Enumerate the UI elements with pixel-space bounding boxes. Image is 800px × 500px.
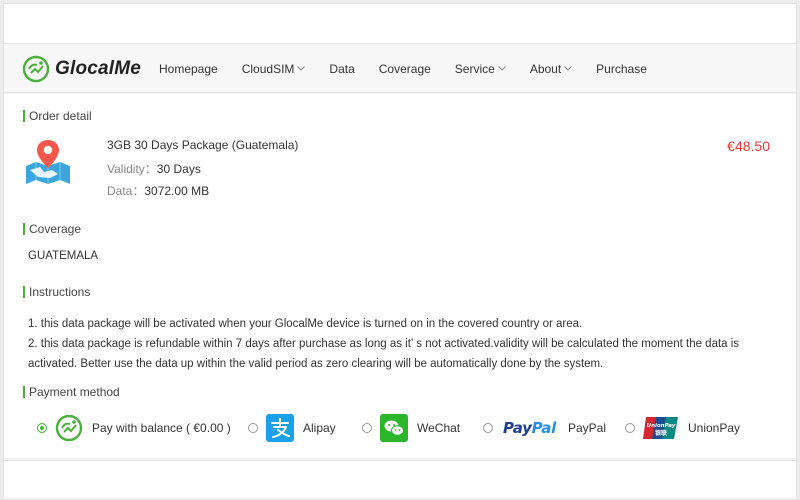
nav-label: Purchase xyxy=(596,61,647,76)
pay-logo-wrap: UnionPay 银联 xyxy=(643,416,679,440)
validity-value: 30 Days xyxy=(156,162,201,176)
coverage-country: GUATEMALA xyxy=(28,250,99,262)
wechat-icon xyxy=(380,414,408,442)
price: €48.50 xyxy=(727,138,770,154)
data-value: 3072.00 MB xyxy=(144,184,210,198)
chevron-down-icon xyxy=(564,66,573,71)
nav-item-cloudsim[interactable]: CloudSIM xyxy=(242,62,306,76)
data-label: Data： xyxy=(107,184,145,198)
map-pin-icon xyxy=(26,140,70,184)
nav-item-homepage[interactable]: Homepage xyxy=(159,62,218,76)
package-name: 3GB 30 Days Package (Guatemala) xyxy=(107,138,299,152)
payment-radio-balance[interactable] xyxy=(37,423,47,433)
payment-radio-paypal[interactable] xyxy=(483,423,493,433)
payment-option-paypal[interactable]: Pay Pal PayPal xyxy=(483,410,606,446)
nav-item-purchase[interactable]: Purchase xyxy=(596,62,647,76)
paypal-logo-pal: Pal xyxy=(531,419,557,437)
instruction-line-2: 2. this data package is refundable withi… xyxy=(28,338,740,370)
top-strip xyxy=(4,4,796,44)
order-content: Order detail 3GB 30 Days Package (Guatem… xyxy=(4,94,796,458)
glocalme-logo-icon xyxy=(55,414,83,442)
alipay-icon xyxy=(266,414,294,442)
nav-label: Homepage xyxy=(159,61,218,76)
payment-option-alipay[interactable]: Alipay xyxy=(248,410,336,446)
instructions-title: Instructions xyxy=(23,286,90,298)
nav-item-data[interactable]: Data xyxy=(329,62,354,76)
pay-logo-wrap xyxy=(266,414,294,442)
nav-item-coverage[interactable]: Coverage xyxy=(379,62,431,76)
data-row: Data：3072.00 MB xyxy=(107,182,209,199)
nav-label: CloudSIM xyxy=(241,61,295,76)
window-frame: GlocalMe Homepage CloudSIM Data Coverage… xyxy=(3,3,797,498)
payment-label-paypal: PayPal xyxy=(567,421,607,435)
chevron-down-icon xyxy=(297,66,306,71)
payment-label-wechat: WeChat xyxy=(417,421,461,435)
pay-logo-wrap xyxy=(55,414,83,442)
main-nav: Homepage CloudSIM Data Coverage Service … xyxy=(159,62,671,76)
validity-row: Validity：30 Days xyxy=(107,160,201,177)
paypal-logo-pay: Pay xyxy=(503,419,532,437)
paypal-logo: Pay Pal xyxy=(503,419,556,437)
payment-label-unionpay: UnionPay xyxy=(688,421,741,435)
pay-logo-wrap xyxy=(380,414,408,442)
payment-radio-unionpay[interactable] xyxy=(625,423,635,433)
brand-name: GlocalMe xyxy=(55,57,142,79)
instruction-line-1: 1. this data package will be activated w… xyxy=(28,318,583,330)
order-detail-title: Order detail xyxy=(23,110,92,122)
unionpay-icon: UnionPay 银联 xyxy=(643,417,678,439)
payment-options: Pay with balance ( €0.00 ) Alipay WeChat… xyxy=(4,410,796,446)
payment-option-unionpay[interactable]: UnionPay 银联 UnionPay xyxy=(625,410,740,446)
validity-label: Validity： xyxy=(107,162,157,176)
payment-method-title: Payment method xyxy=(23,386,120,398)
payment-label-balance: Pay with balance ( €0.00 ) xyxy=(92,421,231,435)
payment-option-balance[interactable]: Pay with balance ( €0.00 ) xyxy=(37,410,231,446)
payment-radio-wechat[interactable] xyxy=(362,423,372,433)
payment-label-alipay: Alipay xyxy=(303,421,336,435)
coverage-title: Coverage xyxy=(23,223,81,235)
nav-item-about[interactable]: About xyxy=(529,61,573,76)
brand-logo[interactable]: GlocalMe xyxy=(22,55,142,83)
instructions-body: 1. this data package will be activated w… xyxy=(28,314,768,374)
nav-item-service[interactable]: Service xyxy=(455,62,506,76)
glocalme-logo-icon xyxy=(22,55,50,82)
nav-label: About xyxy=(529,61,562,76)
footer-strip xyxy=(4,460,796,498)
chevron-down-icon xyxy=(497,66,506,71)
unionpay-logo-text-cn: 银联 xyxy=(655,429,667,437)
nav-label: Service xyxy=(454,61,495,76)
navbar: GlocalMe Homepage CloudSIM Data Coverage… xyxy=(4,45,796,93)
payment-radio-alipay[interactable] xyxy=(248,423,258,433)
nav-label: Data xyxy=(329,61,355,76)
nav-label: Coverage xyxy=(378,61,431,76)
unionpay-logo-text: UnionPay xyxy=(647,423,676,429)
payment-option-wechat[interactable]: WeChat xyxy=(362,410,460,446)
